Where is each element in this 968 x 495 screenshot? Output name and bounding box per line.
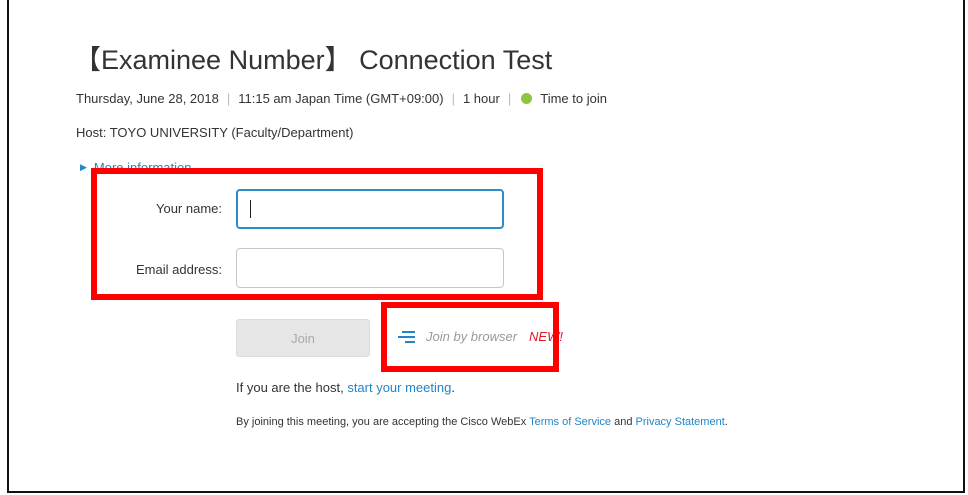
meeting-duration: 1 hour [462, 91, 500, 106]
status-text: Time to join [540, 91, 607, 106]
start-meeting-link[interactable]: start your meeting [347, 380, 451, 395]
terms-notice: By joining this meeting, you are accepti… [236, 416, 728, 428]
separator: | [451, 91, 455, 106]
terms-of-service-link[interactable]: Terms of Service [529, 416, 611, 428]
terms-prefix: By joining this meeting, you are accepti… [236, 416, 527, 428]
status-dot-icon [521, 93, 533, 104]
terms-suffix: . [724, 416, 728, 428]
host-start-prefix: If you are the host, [236, 380, 344, 395]
host-info: Host: TOYO UNIVERSITY (Faculty/Departmen… [76, 125, 354, 140]
page-title: 【Examinee Number】 Connection Test [74, 45, 553, 75]
triangle-right-icon: ▶ [80, 162, 87, 172]
meeting-date: Thursday, June 28, 2018 [76, 91, 219, 106]
highlight-box-browser [381, 302, 559, 372]
meeting-meta: Thursday, June 28, 2018 | 11:15 am Japan… [76, 91, 607, 106]
separator: | [507, 91, 512, 106]
host-start-line: If you are the host, start your meeting. [236, 380, 455, 395]
terms-and: and [614, 416, 633, 428]
join-button[interactable]: Join [236, 319, 370, 357]
separator: | [226, 91, 231, 106]
host-start-suffix: . [451, 380, 455, 395]
meeting-time: 11:15 am Japan Time (GMT+09:00) [238, 91, 444, 106]
privacy-statement-link[interactable]: Privacy Statement [636, 416, 725, 428]
highlight-box-form [91, 168, 543, 300]
